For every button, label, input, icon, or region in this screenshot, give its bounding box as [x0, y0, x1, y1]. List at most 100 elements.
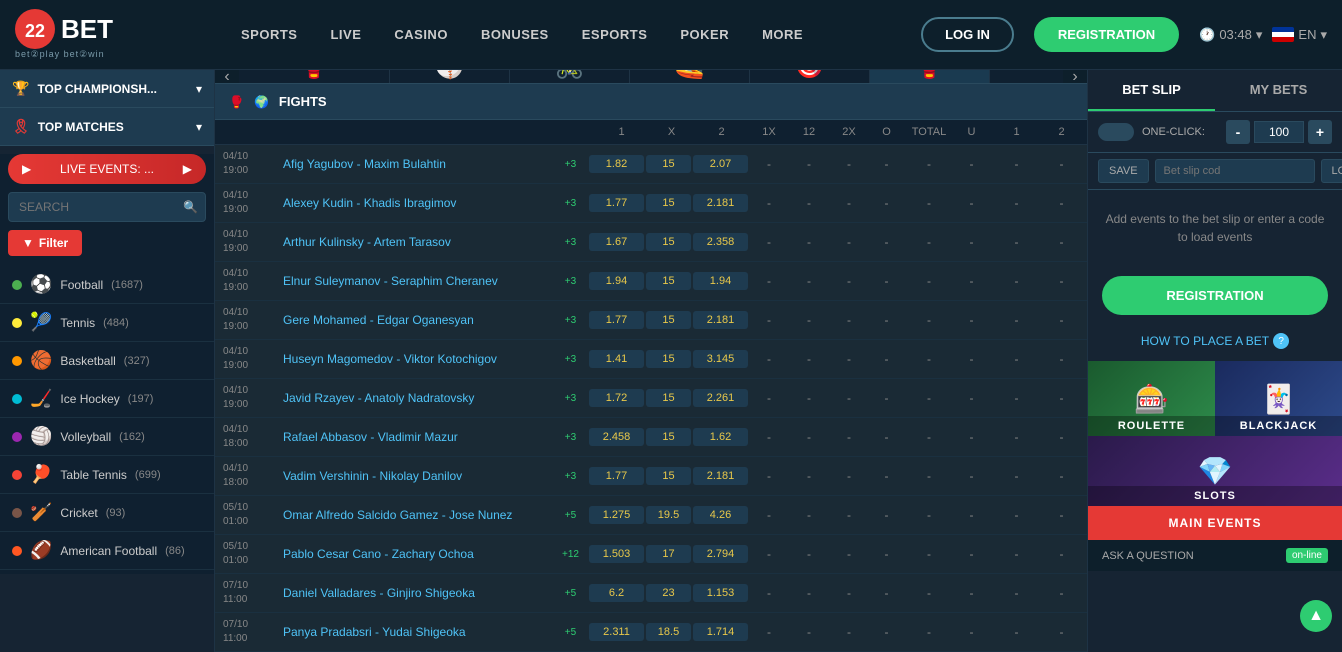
table-row[interactable]: 04/1019:00 Arthur Kulinsky - Artem Taras… — [215, 223, 1087, 262]
top-matches-header[interactable]: 🎗 TOP MATCHES ▾ — [0, 108, 214, 146]
one-click-toggle[interactable] — [1098, 123, 1134, 141]
match-plus[interactable]: +12 — [553, 549, 588, 560]
match-name[interactable]: Alexey Kudin - Khadis Ibragimov — [283, 196, 553, 210]
match-plus[interactable]: +3 — [553, 159, 588, 170]
top-championships-header[interactable]: 🏆 TOP CHAMPIONSH... ▾ — [0, 70, 214, 108]
stake-decrease-button[interactable]: - — [1226, 120, 1250, 144]
table-row[interactable]: 04/1019:00 Javid Rzayev - Anatoly Nadrat… — [215, 379, 1087, 418]
match-name[interactable]: Pablo Cesar Cano - Zachary Ochoa — [283, 547, 553, 561]
match-plus[interactable]: +3 — [553, 354, 588, 365]
stake-increase-button[interactable]: + — [1308, 120, 1332, 144]
odd-1-button[interactable]: 1.94 — [589, 272, 644, 290]
odd-2-button[interactable]: 1.153 — [693, 584, 748, 602]
match-name[interactable]: Elnur Suleymanov - Seraphim Cheranev — [283, 274, 553, 288]
match-plus[interactable]: +5 — [553, 627, 588, 638]
odd-x[interactable]: 15 — [646, 194, 691, 212]
odd-2-button[interactable]: 3.145 — [693, 350, 748, 368]
odd-1-button[interactable]: 2.311 — [589, 623, 644, 641]
nav-bonuses[interactable]: BONUSES — [467, 19, 563, 50]
table-row[interactable]: 04/1019:00 Afig Yagubov - Maxim Bulahtin… — [215, 145, 1087, 184]
table-row[interactable]: 07/1011:00 Panya Pradabsri - Yudai Shige… — [215, 613, 1087, 652]
nav-esports[interactable]: ESPORTS — [568, 19, 662, 50]
odd-x[interactable]: 18.5 — [646, 623, 691, 641]
odd-1-button[interactable]: 1.275 — [589, 506, 644, 524]
load-button[interactable]: LOAD — [1321, 159, 1342, 183]
sport-item-basketball[interactable]: 🏀 Basketball (327) — [0, 342, 214, 380]
odd-2-button[interactable]: 2.358 — [693, 233, 748, 251]
odd-2-button[interactable]: 1.62 — [693, 428, 748, 446]
sport-item-table-tennis[interactable]: 🏓 Table Tennis (699) — [0, 456, 214, 494]
tabs-prev-button[interactable]: ‹ — [215, 70, 239, 84]
odd-x[interactable]: 15 — [646, 389, 691, 407]
match-plus[interactable]: +5 — [553, 588, 588, 599]
odd-2-button[interactable]: 1.94 — [693, 272, 748, 290]
tab-bet-slip[interactable]: BET SLIP — [1088, 70, 1215, 111]
odd-x[interactable]: 15 — [646, 272, 691, 290]
odd-1-button[interactable]: 1.77 — [589, 467, 644, 485]
scroll-top-button[interactable]: ▲ — [1300, 600, 1332, 632]
how-to-link[interactable]: HOW TO PLACE A BET ? — [1088, 325, 1342, 357]
odd-x[interactable]: 15 — [646, 311, 691, 329]
nav-more[interactable]: MORE — [748, 19, 817, 50]
tab-bicycle-racing[interactable]: 🚴 Bicycle Racing — [510, 70, 630, 84]
tab-bowls[interactable]: 🎯 Bowls — [750, 70, 870, 84]
match-name[interactable]: Afig Yagubov - Maxim Bulahtin — [283, 157, 553, 171]
tab-bare-knuckle-boxing[interactable]: 🥊 Bare-knuckle Boxing — [239, 70, 390, 84]
odd-x[interactable]: 15 — [646, 233, 691, 251]
match-name[interactable]: Daniel Valladares - Ginjiro Shigeoka — [283, 586, 553, 600]
nav-live[interactable]: LIVE — [316, 19, 375, 50]
odd-x[interactable]: 23 — [646, 584, 691, 602]
roulette-card[interactable]: 🎰 ROULETTE — [1088, 361, 1215, 436]
match-plus[interactable]: +3 — [553, 237, 588, 248]
tab-boxing[interactable]: 🥊 Boxing — [870, 70, 990, 84]
sport-item-football[interactable]: ⚽ Football (1687) — [0, 266, 214, 304]
nav-sports[interactable]: SPORTS — [227, 19, 311, 50]
odd-1-button[interactable]: 1.503 — [589, 545, 644, 563]
odd-1-button[interactable]: 1.77 — [589, 194, 644, 212]
tab-baseball[interactable]: ⚾ Baseball — [390, 70, 510, 84]
match-plus[interactable]: +3 — [553, 432, 588, 443]
login-button[interactable]: LOG IN — [921, 17, 1014, 52]
betslip-code-input[interactable] — [1155, 159, 1315, 183]
registration-button-right[interactable]: REGISTRATION — [1102, 276, 1328, 315]
odd-1-button[interactable]: 6.2 — [589, 584, 644, 602]
language-display[interactable]: EN ▾ — [1272, 27, 1327, 43]
odd-1-button[interactable]: 1.67 — [589, 233, 644, 251]
match-name[interactable]: Panya Pradabsri - Yudai Shigeoka — [283, 625, 553, 639]
odd-2-button[interactable]: 4.26 — [693, 506, 748, 524]
odd-x[interactable]: 17 — [646, 545, 691, 563]
nav-poker[interactable]: POKER — [666, 19, 743, 50]
sport-item-ice-hockey[interactable]: 🏒 Ice Hockey (197) — [0, 380, 214, 418]
table-row[interactable]: 04/1019:00 Huseyn Magomedov - Viktor Kot… — [215, 340, 1087, 379]
ask-question-label[interactable]: ASK A QUESTION — [1102, 550, 1194, 562]
match-name[interactable]: Gere Mohamed - Edgar Oganesyan — [283, 313, 553, 327]
search-input[interactable] — [8, 192, 206, 222]
match-name[interactable]: Omar Alfredo Salcido Gamez - Jose Nunez — [283, 508, 553, 522]
odd-1-button[interactable]: 1.41 — [589, 350, 644, 368]
odd-x[interactable]: 15 — [646, 428, 691, 446]
time-display[interactable]: 🕐 03:48 ▾ — [1199, 27, 1262, 43]
table-row[interactable]: 04/1018:00 Rafael Abbasov - Vladimir Maz… — [215, 418, 1087, 457]
odd-1-button[interactable]: 1.77 — [589, 311, 644, 329]
sport-item-cricket[interactable]: 🏏 Cricket (93) — [0, 494, 214, 532]
table-row[interactable]: 04/1018:00 Vadim Vershinin - Nikolay Dan… — [215, 457, 1087, 496]
odd-x[interactable]: 15 — [646, 155, 691, 173]
sport-item-american-football[interactable]: 🏈 American Football (86) — [0, 532, 214, 570]
save-button[interactable]: SAVE — [1098, 159, 1149, 183]
table-row[interactable]: 05/1001:00 Omar Alfredo Salcido Gamez - … — [215, 496, 1087, 535]
blackjack-card[interactable]: 🃏 BLACKJACK — [1215, 361, 1342, 436]
nav-casino[interactable]: CASINO — [380, 19, 462, 50]
main-events-bar[interactable]: MAIN EVENTS — [1088, 506, 1342, 540]
match-plus[interactable]: +3 — [553, 315, 588, 326]
tab-boat-racing[interactable]: 🚤 Boat Racing — [630, 70, 750, 84]
slots-card[interactable]: 💎 SLOTS — [1088, 436, 1342, 506]
odd-2-button[interactable]: 1.714 — [693, 623, 748, 641]
match-plus[interactable]: +3 — [553, 276, 588, 287]
live-events-button[interactable]: ▶ LIVE EVENTS: ... ▶ — [8, 154, 206, 184]
table-row[interactable]: 04/1019:00 Elnur Suleymanov - Seraphim C… — [215, 262, 1087, 301]
tabs-next-button[interactable]: › — [1063, 70, 1087, 84]
stake-input[interactable] — [1254, 121, 1304, 143]
odd-x[interactable]: 15 — [646, 350, 691, 368]
match-name[interactable]: Vadim Vershinin - Nikolay Danilov — [283, 469, 553, 483]
odd-2-button[interactable]: 2.181 — [693, 311, 748, 329]
